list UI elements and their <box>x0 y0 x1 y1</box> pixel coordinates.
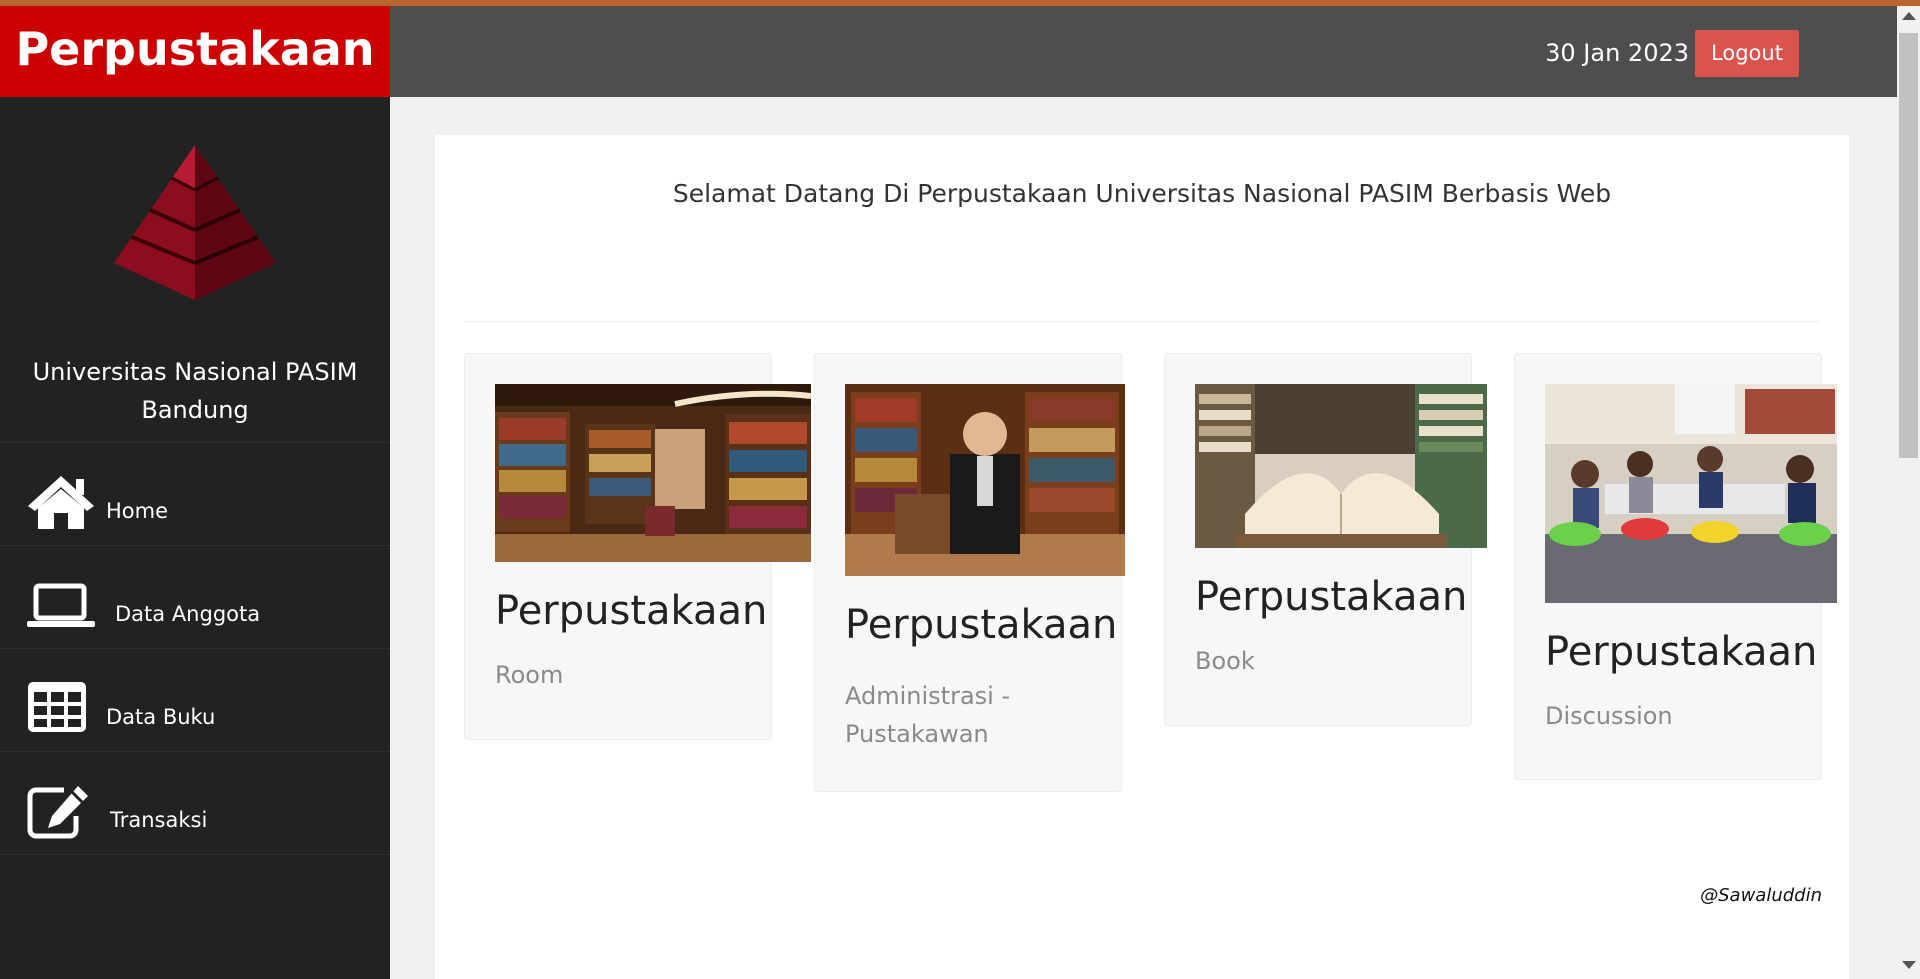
card-room[interactable]: Perpustakaan Room <box>464 353 811 740</box>
welcome-heading: Selamat Datang Di Perpustakaan Universit… <box>672 179 1612 208</box>
nav-label-data-buku: Data Buku <box>106 705 216 729</box>
nav-label-home: Home <box>106 499 169 523</box>
scroll-down-icon[interactable] <box>1902 961 1916 969</box>
edit-icon <box>27 786 88 839</box>
main-content-panel: Selamat Datang Di Perpustakaan Universit… <box>435 135 1849 979</box>
card-subtitle: Discussion <box>1545 702 1673 730</box>
nav-item-home[interactable]: Home <box>0 443 390 546</box>
scrollbar-thumb[interactable] <box>1899 33 1918 458</box>
brand-title[interactable]: Perpustakaan <box>0 6 390 97</box>
nav-item-data-anggota[interactable]: Data Anggota <box>0 546 390 649</box>
nav-label-transaksi: Transaksi <box>110 808 208 832</box>
card-subtitle: Book <box>1195 647 1255 675</box>
card-discussion[interactable]: Perpustakaan Discussion <box>1514 353 1837 780</box>
card-title: Perpustakaan <box>1545 629 1818 675</box>
logout-button[interactable]: Logout <box>1695 30 1799 77</box>
nav-item-data-buku[interactable]: Data Buku <box>0 649 390 752</box>
library-room-photo <box>495 384 811 562</box>
table-icon <box>28 682 86 732</box>
top-navbar: 30 Jan 2023 Logout <box>390 6 1897 97</box>
card-administrasi[interactable]: Perpustakaan Administrasi - Pustakawan <box>814 353 1125 792</box>
laptop-icon <box>27 583 95 627</box>
discussion-photo <box>1545 384 1837 603</box>
card-subtitle: Room <box>495 661 564 689</box>
nav-label-data-anggota: Data Anggota <box>115 602 261 626</box>
pyramid-logo-icon <box>114 145 276 300</box>
footer-credit: @Sawaluddin <box>1700 885 1822 906</box>
sidebar: Universitas Nasional PASIM Bandung Home … <box>0 97 390 979</box>
card-title: Perpustakaan <box>495 588 768 634</box>
home-icon <box>28 476 94 529</box>
card-subtitle: Administrasi - Pustakawan <box>845 682 1011 748</box>
nav-item-transaksi[interactable]: Transaksi <box>0 752 390 855</box>
card-title: Perpustakaan <box>1195 574 1468 620</box>
current-date: 30 Jan 2023 <box>1545 39 1689 67</box>
scroll-up-icon[interactable] <box>1902 12 1916 20</box>
content-divider <box>464 321 1820 322</box>
university-name: Universitas Nasional PASIM Bandung <box>32 358 358 424</box>
open-book-photo <box>1195 384 1487 548</box>
card-title: Perpustakaan <box>845 602 1118 648</box>
librarian-photo <box>845 384 1125 576</box>
card-book[interactable]: Perpustakaan Book <box>1164 353 1487 726</box>
